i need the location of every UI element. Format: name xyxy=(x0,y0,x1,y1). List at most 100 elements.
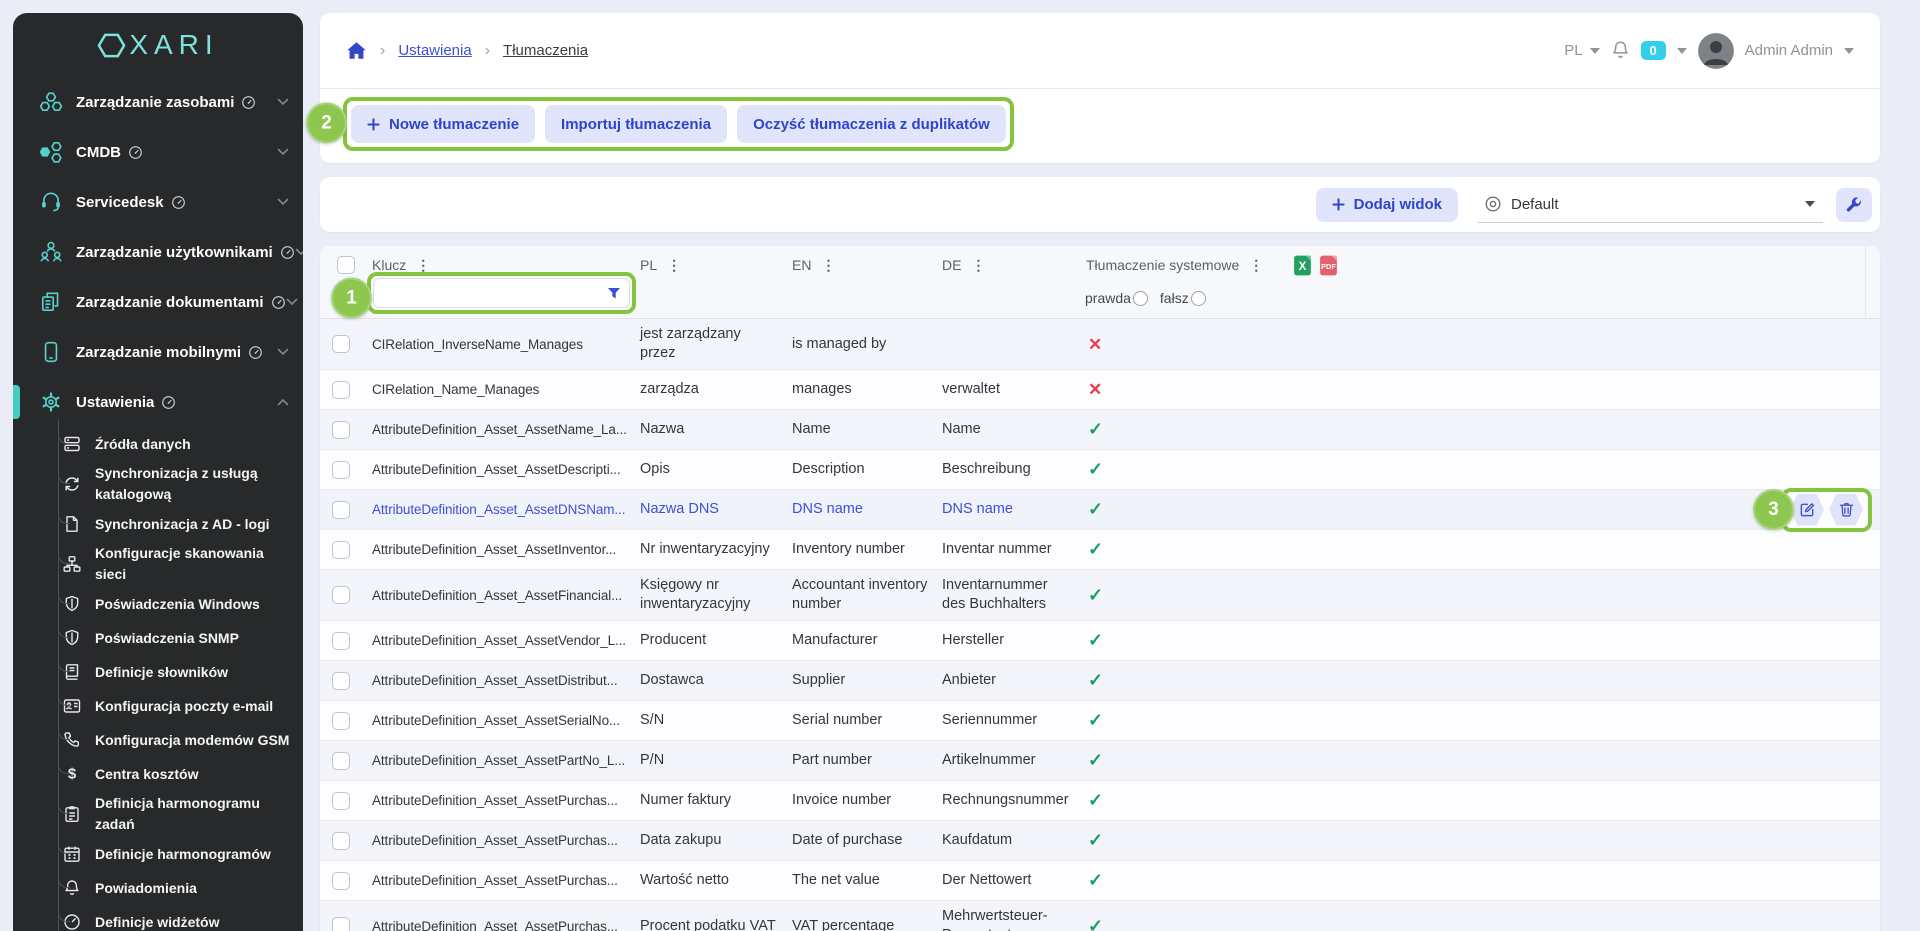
breadcrumb-current-tlumaczenia[interactable]: Tłumaczenia xyxy=(503,42,588,59)
column-header-klucz[interactable]: Klucz ⋮ xyxy=(368,257,636,273)
delete-button[interactable] xyxy=(1829,494,1863,526)
sidebar-subitem[interactable]: Konfiguracja modemów GSM xyxy=(13,723,303,757)
row-checkbox[interactable] xyxy=(332,752,350,770)
table-row[interactable]: AttributeDefinition_Asset_AssetFinancial… xyxy=(320,570,1880,621)
sidebar-item[interactable]: Zarządzanie mobilnymi xyxy=(13,327,303,377)
column-header-pl[interactable]: PL ⋮ xyxy=(636,257,788,273)
view-settings-button[interactable] xyxy=(1836,188,1872,222)
chevron-down-icon[interactable] xyxy=(277,348,289,356)
table-row[interactable]: AttributeDefinition_Asset_AssetDescripti… xyxy=(320,450,1880,490)
table-row[interactable]: AttributeDefinition_Asset_AssetSerialNo.… xyxy=(320,701,1880,741)
column-menu-icon[interactable]: ⋮ xyxy=(416,258,430,272)
breadcrumb-link-ustawienia[interactable]: Ustawienia xyxy=(398,42,471,59)
home-icon[interactable] xyxy=(346,41,367,60)
table-row[interactable]: AttributeDefinition_Asset_AssetPurchas..… xyxy=(320,821,1880,861)
column-menu-icon[interactable]: ⋮ xyxy=(667,258,681,272)
sidebar-item[interactable]: Servicedesk xyxy=(13,177,303,227)
view-selector[interactable]: Default xyxy=(1478,187,1823,223)
row-checkbox[interactable] xyxy=(332,632,350,650)
view-select-caret-icon[interactable] xyxy=(1805,201,1815,207)
cell-klucz: AttributeDefinition_Asset_AssetPurchas..… xyxy=(368,865,636,896)
row-checkbox[interactable] xyxy=(332,672,350,690)
avatar[interactable] xyxy=(1698,33,1734,69)
table-row[interactable]: CIRelation_Name_Manages zarządza manages… xyxy=(320,370,1880,410)
sidebar-subitem[interactable]: Definicja harmonogramu zadań xyxy=(13,791,303,837)
sidebar-subitem[interactable]: Definicje widżetów xyxy=(13,905,303,931)
chevron-up-icon[interactable] xyxy=(277,398,289,406)
sidebar-subitem[interactable]: Konfiguracje skanowania sieci xyxy=(13,541,303,587)
select-all-checkbox[interactable] xyxy=(337,256,355,274)
add-view-button[interactable]: Dodaj widok xyxy=(1316,188,1458,222)
sidebar-item[interactable]: Zarządzanie dokumentami xyxy=(13,277,303,327)
language-selector[interactable]: PL xyxy=(1564,42,1599,59)
sidebar-subitem[interactable]: $ Centra kosztów xyxy=(13,757,303,791)
column-menu-icon[interactable]: ⋮ xyxy=(821,258,835,272)
sidebar-subitem[interactable]: Definicje harmonogramów xyxy=(13,837,303,871)
table-row[interactable]: AttributeDefinition_Asset_AssetPurchas..… xyxy=(320,781,1880,821)
row-checkbox[interactable] xyxy=(332,872,350,890)
sidebar-subitem[interactable]: Konfiguracja poczty e-mail xyxy=(13,689,303,723)
table-row[interactable]: AttributeDefinition_Asset_AssetPartNo_L.… xyxy=(320,741,1880,781)
table-row[interactable]: AttributeDefinition_Asset_AssetVendor_L.… xyxy=(320,621,1880,661)
row-checkbox[interactable] xyxy=(332,421,350,439)
sidebar-item[interactable]: Zarządzanie zasobami xyxy=(13,77,303,127)
column-menu-icon[interactable]: ⋮ xyxy=(1249,258,1263,272)
cell-de: Inventarnummer des Buchhalters xyxy=(938,570,1082,620)
sidebar-item[interactable]: CMDB xyxy=(13,127,303,177)
user-menu-caret-icon[interactable] xyxy=(1844,48,1854,54)
clean-duplicates-button[interactable]: Oczyść tłumaczenia z duplikatów xyxy=(737,105,1006,143)
row-checkbox[interactable] xyxy=(332,712,350,730)
row-checkbox[interactable] xyxy=(332,917,350,931)
sidebar-item[interactable]: Zarządzanie użytkownikami xyxy=(13,227,303,277)
table-row[interactable]: AttributeDefinition_Asset_AssetDistribut… xyxy=(320,661,1880,701)
row-checkbox[interactable] xyxy=(332,381,350,399)
radio-falsz[interactable] xyxy=(1191,291,1206,306)
import-translations-button[interactable]: Importuj tłumaczenia xyxy=(545,105,727,143)
chevron-down-icon[interactable] xyxy=(277,98,289,106)
column-header-de[interactable]: DE ⋮ xyxy=(938,257,1082,273)
sidebar-subitem[interactable]: Źródła danych xyxy=(13,427,303,461)
filter-funnel-icon[interactable] xyxy=(607,287,621,300)
sidebar-subitem[interactable]: Synchronizacja z AD - logi xyxy=(13,507,303,541)
sidebar-subitem[interactable]: Powiadomienia xyxy=(13,871,303,905)
new-translation-button[interactable]: Nowe tłumaczenie xyxy=(351,105,535,143)
radio-prawda[interactable] xyxy=(1133,291,1148,306)
row-checkbox[interactable] xyxy=(332,335,350,353)
row-checkbox[interactable] xyxy=(332,586,350,604)
sidebar-subitem[interactable]: Definicje słowników xyxy=(13,655,303,689)
gauge-icon xyxy=(171,195,186,210)
edit-button[interactable] xyxy=(1790,494,1824,526)
sidebar-item-label: Zarządzanie mobilnymi xyxy=(76,344,241,361)
sidebar-subitem[interactable]: Poświadczenia SNMP xyxy=(13,621,303,655)
sidebar-subitem[interactable]: Poświadczenia Windows xyxy=(13,587,303,621)
table-row[interactable]: AttributeDefinition_Asset_AssetPurchas..… xyxy=(320,861,1880,901)
chevron-down-icon[interactable] xyxy=(286,298,298,306)
table-row[interactable]: CIRelation_InverseName_Manages jest zarz… xyxy=(320,319,1880,370)
notifications-caret-icon[interactable] xyxy=(1677,48,1687,54)
column-header-en[interactable]: EN ⋮ xyxy=(788,257,938,273)
row-checkbox[interactable] xyxy=(332,541,350,559)
notifications-bell-icon[interactable] xyxy=(1611,40,1630,61)
pdf-export-icon[interactable]: PDF xyxy=(1318,254,1339,277)
table-row[interactable]: AttributeDefinition_Asset_AssetPurchas..… xyxy=(320,901,1880,931)
sidebar-item[interactable]: Ustawienia xyxy=(13,377,303,427)
excel-export-icon[interactable]: X xyxy=(1292,254,1313,277)
row-checkbox[interactable] xyxy=(332,832,350,850)
column-menu-icon[interactable]: ⋮ xyxy=(971,258,985,272)
chevron-down-icon[interactable] xyxy=(295,248,303,256)
klucz-filter-input[interactable] xyxy=(373,278,630,308)
system-cross-icon: ✕ xyxy=(1088,335,1102,354)
row-checkbox[interactable] xyxy=(332,461,350,479)
system-check-icon: ✓ xyxy=(1088,540,1103,559)
table-row[interactable]: AttributeDefinition_Asset_AssetDNSNam...… xyxy=(320,490,1880,530)
chevron-down-icon[interactable] xyxy=(277,198,289,206)
table-row[interactable]: AttributeDefinition_Asset_AssetInventor.… xyxy=(320,530,1880,570)
settings-icon xyxy=(39,390,63,414)
row-checkbox[interactable] xyxy=(332,792,350,810)
row-checkbox[interactable] xyxy=(332,501,350,519)
table-row[interactable]: AttributeDefinition_Asset_AssetName_La..… xyxy=(320,410,1880,450)
new-translation-label: Nowe tłumaczenie xyxy=(389,116,519,133)
cell-en: VAT percentage xyxy=(788,911,938,931)
chevron-down-icon[interactable] xyxy=(277,148,289,156)
sidebar-subitem[interactable]: Synchronizacja z usługą katalogową xyxy=(13,461,303,507)
